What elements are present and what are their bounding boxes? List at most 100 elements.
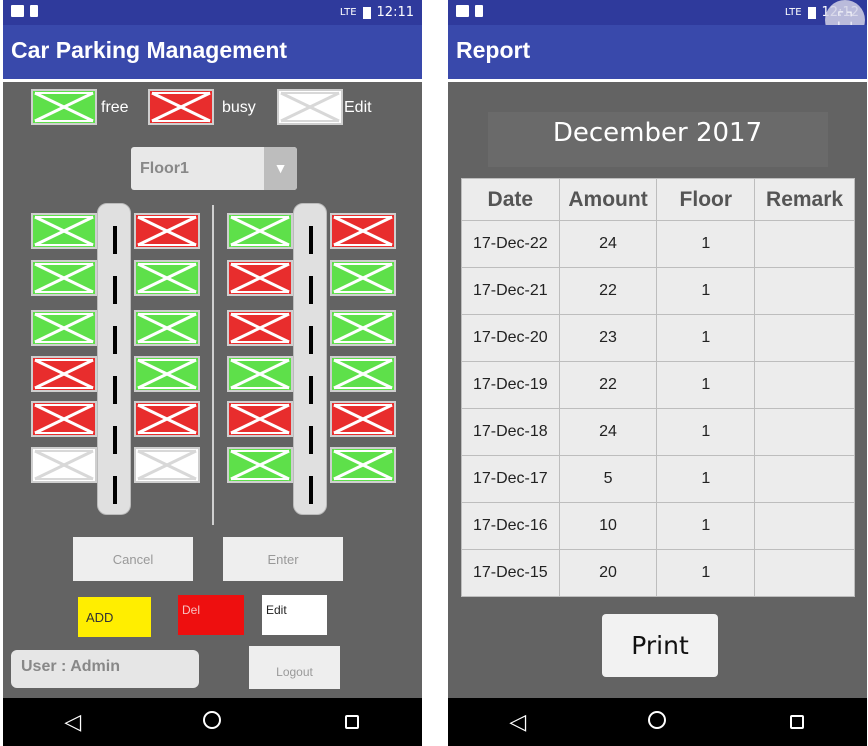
sd-card-icon xyxy=(30,5,38,17)
table-cell: 20 xyxy=(558,549,658,597)
nav-bar: ◁ xyxy=(448,698,867,746)
battery-icon xyxy=(362,6,371,19)
lane-marking xyxy=(309,476,313,504)
table-cell: 17-Dec-15 xyxy=(461,549,560,597)
parking-slot-free[interactable] xyxy=(227,356,293,392)
parking-slot-free[interactable] xyxy=(330,310,396,346)
edit-button[interactable]: Edit xyxy=(262,595,327,635)
parking-slot-busy[interactable] xyxy=(134,401,200,437)
table-cell: 17-Dec-18 xyxy=(461,408,560,456)
table-cell: 1 xyxy=(656,267,756,315)
table-cell: 23 xyxy=(558,314,658,362)
parking-screen: LTE 12:11 Car Parking Management free bu… xyxy=(3,0,422,746)
nav-bar: ◁ xyxy=(3,698,422,746)
lane-marking xyxy=(113,226,117,254)
lane-marking xyxy=(113,476,117,504)
parking-slot-edit[interactable] xyxy=(134,447,200,483)
section-divider xyxy=(212,205,214,525)
table-cell xyxy=(754,455,855,503)
table-cell: 22 xyxy=(558,267,658,315)
table-cell xyxy=(754,220,855,268)
table-cell: 17-Dec-17 xyxy=(461,455,560,503)
parking-slot-busy[interactable] xyxy=(134,213,200,249)
chevron-down-icon: ▼ xyxy=(264,147,297,190)
parking-slot-free[interactable] xyxy=(31,310,97,346)
back-icon[interactable]: ◁ xyxy=(498,710,538,735)
home-icon[interactable] xyxy=(192,710,232,735)
parking-slot-free[interactable] xyxy=(134,356,200,392)
lane-marking xyxy=(309,276,313,304)
legend-edit-swatch xyxy=(277,89,343,125)
table-cell: 17-Dec-21 xyxy=(461,267,560,315)
home-icon[interactable] xyxy=(637,710,677,735)
add-button[interactable]: ADD xyxy=(78,597,151,637)
table-cell xyxy=(754,361,855,409)
parking-slot-free[interactable] xyxy=(134,260,200,296)
parking-slot-free[interactable] xyxy=(227,213,293,249)
table-row: 17-Dec-16 10 1 xyxy=(461,502,855,550)
parking-slot-free[interactable] xyxy=(330,356,396,392)
recents-icon[interactable] xyxy=(777,710,817,735)
parking-slot-free[interactable] xyxy=(330,260,396,296)
parking-slot-free[interactable] xyxy=(134,310,200,346)
lane-marking xyxy=(113,326,117,354)
table-cell: 1 xyxy=(656,314,756,362)
recents-icon[interactable] xyxy=(332,710,372,735)
table-cell: 1 xyxy=(656,220,756,268)
table-cell: 17-Dec-16 xyxy=(461,502,560,550)
status-bar: LTE 12:12 xyxy=(448,0,867,25)
battery-icon xyxy=(807,6,816,19)
cancel-button[interactable]: Cancel xyxy=(73,537,193,581)
parking-slot-busy[interactable] xyxy=(227,260,293,296)
legend-edit-label: Edit xyxy=(344,99,372,116)
parking-slot-busy[interactable] xyxy=(227,310,293,346)
report-table: Date Amount Floor Remark 17-Dec-22 24 1 17-… xyxy=(461,178,855,597)
lane-marking xyxy=(309,226,313,254)
app-title: Report xyxy=(448,25,867,82)
logout-button[interactable]: Logout xyxy=(249,646,340,689)
back-icon[interactable]: ◁ xyxy=(53,710,93,735)
parking-slot-free[interactable] xyxy=(330,447,396,483)
column-header: Amount xyxy=(558,178,658,221)
table-cell: 24 xyxy=(558,408,658,456)
parking-slot-free[interactable] xyxy=(31,213,97,249)
table-row: 17-Dec-18 24 1 xyxy=(461,408,855,456)
column-header: Date xyxy=(461,178,560,221)
lane-marking xyxy=(113,376,117,404)
lane-marking xyxy=(113,276,117,304)
parking-slot-busy[interactable] xyxy=(31,356,97,392)
parking-slot-edit[interactable] xyxy=(31,447,97,483)
table-cell xyxy=(754,549,855,597)
sd-card-icon xyxy=(475,5,483,17)
parking-slot-busy[interactable] xyxy=(227,401,293,437)
lane-marking xyxy=(309,326,313,354)
mail-icon xyxy=(11,5,24,17)
parking-slot-busy[interactable] xyxy=(31,401,97,437)
parking-slot-busy[interactable] xyxy=(330,401,396,437)
legend-busy-swatch xyxy=(148,89,214,125)
table-cell: 5 xyxy=(558,455,658,503)
parking-slot-busy[interactable] xyxy=(330,213,396,249)
mail-icon xyxy=(456,5,469,17)
report-month: December 2017 xyxy=(552,118,763,148)
parking-slot-free[interactable] xyxy=(31,260,97,296)
table-cell: 17-Dec-19 xyxy=(461,361,560,409)
legend-busy-label: busy xyxy=(222,99,256,116)
signal-icon: LTE xyxy=(784,7,802,18)
report-screen: LTE 12:12 ⛶ Report December 2017 Date Am… xyxy=(448,0,867,746)
status-bar: LTE 12:11 xyxy=(3,0,422,25)
delete-button[interactable]: Del xyxy=(178,595,244,635)
enter-button[interactable]: Enter xyxy=(223,537,343,581)
signal-icon: LTE xyxy=(339,7,357,18)
parking-slot-free[interactable] xyxy=(227,447,293,483)
column-header: Floor xyxy=(656,178,756,221)
clock: 12:11 xyxy=(376,5,414,20)
driving-lane-left xyxy=(97,203,131,515)
table-row: 17-Dec-17 5 1 xyxy=(461,455,855,503)
table-cell: 22 xyxy=(558,361,658,409)
print-button[interactable]: Print xyxy=(602,614,718,677)
lane-marking xyxy=(113,426,117,454)
floor-dropdown[interactable]: Floor1 ▼ xyxy=(131,147,297,190)
table-row: 17-Dec-21 22 1 xyxy=(461,267,855,315)
table-cell: 1 xyxy=(656,408,756,456)
